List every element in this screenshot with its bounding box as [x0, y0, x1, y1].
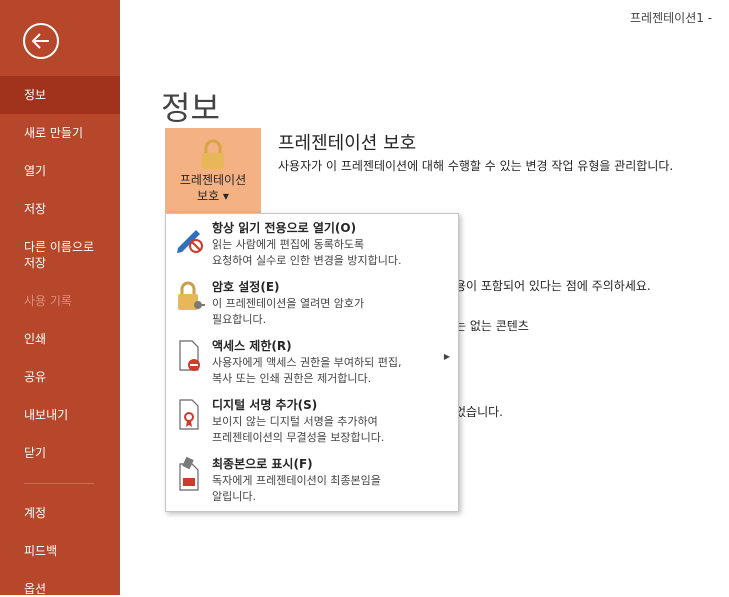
menu-item-encrypt-password[interactable]: 암호 설정(E) 이 프레젠테이션을 열려면 암호가 필요합니다. [166, 273, 458, 331]
nav-open-label: 열기 [24, 164, 47, 178]
nav-divider [24, 483, 94, 484]
menu-item-title: 디지털 서명 추가(S) [212, 398, 318, 412]
menu-item-title: 최종본으로 표시(F) [212, 457, 313, 471]
lock-icon [202, 139, 224, 169]
status-fragment: 었습니다. [455, 405, 503, 419]
nav-open[interactable]: 열기 [0, 163, 120, 179]
protect-section-heading: 프레젠테이션 보호 [278, 133, 417, 154]
nav-history: 사용 기록 [0, 293, 120, 309]
nav-save-as[interactable]: 다른 이름으로 저장 [0, 239, 120, 271]
protect-presentation-label: 프레젠테이션 보호 ▾ [179, 173, 247, 203]
nav-feedback-label: 피드백 [24, 544, 58, 558]
nav-new-label: 새로 만들기 [24, 126, 84, 140]
inspect-warning-fragment: 용이 포함되어 있다는 점에 주의하세요. [455, 279, 651, 293]
nav-share[interactable]: 공유 [0, 369, 120, 385]
protect-presentation-menu: 항상 읽기 전용으로 열기(O) 읽는 사람에게 편집에 동록하도록 요청하여 … [165, 213, 459, 512]
menu-item-description: 독자에게 프레젠테이션이 최종본임을 알립니다. [212, 474, 381, 503]
nav-export[interactable]: 내보내기 [0, 407, 120, 423]
protect-presentation-button[interactable]: 프레젠테이션 보호 ▾ [165, 128, 261, 214]
nav-export-label: 내보내기 [24, 408, 69, 422]
nav-info[interactable]: 정보 [0, 76, 120, 114]
nav-save[interactable]: 저장 [0, 201, 120, 217]
window-title: 프레젠테이션1 - [630, 11, 713, 25]
nav-save-as-label: 다른 이름으로 저장 [24, 240, 95, 270]
protect-section-description: 사용자가 이 프레젠테이션에 대해 수행할 수 있는 변경 작업 유형을 관리합… [278, 159, 674, 173]
menu-item-always-read-only[interactable]: 항상 읽기 전용으로 열기(O) 읽는 사람에게 편집에 동록하도록 요청하여 … [166, 214, 458, 272]
document-stamp-icon [179, 456, 199, 491]
nav-print-label: 인쇄 [24, 332, 47, 346]
lock-key-icon [178, 281, 205, 310]
menu-item-restrict-access[interactable]: 액세스 제한(R) 사용자에게 액세스 권한을 부여하되 편집, 복사 또는 인… [166, 332, 458, 390]
nav-share-label: 공유 [24, 370, 47, 384]
back-button[interactable] [23, 23, 59, 59]
nav-print[interactable]: 인쇄 [0, 331, 120, 347]
submenu-arrow-icon: ▶ [443, 352, 450, 361]
nav-save-label: 저장 [24, 202, 47, 216]
nav-new[interactable]: 새로 만들기 [0, 125, 120, 141]
menu-item-description: 읽는 사람에게 편집에 동록하도록 요청하여 실수로 인한 변경을 방지합니다. [212, 238, 402, 267]
nav-close-label: 닫기 [24, 446, 47, 460]
pen-no-edit-icon [177, 230, 203, 253]
nav-account[interactable]: 계정 [0, 505, 120, 521]
menu-item-title: 암호 설정(E) [212, 280, 280, 294]
nav-feedback[interactable]: 피드백 [0, 543, 120, 559]
document-ribbon-icon [179, 399, 199, 430]
menu-item-mark-as-final[interactable]: 최종본으로 표시(F) 독자에게 프레젠테이션이 최종본임을 알립니다. [166, 450, 458, 508]
nav-info-label: 정보 [24, 88, 47, 102]
back-arrow-icon [32, 33, 49, 49]
menu-item-digital-signature[interactable]: 디지털 서명 추가(S) 보이지 않는 디지털 서명을 추가하여 프레젠테이션의… [166, 391, 458, 449]
document-restrict-icon [179, 340, 200, 371]
nav-options-label: 옵션 [24, 582, 47, 596]
menu-item-title: 항상 읽기 전용으로 열기(O) [212, 221, 357, 235]
menu-item-title: 액세스 제한(R) [212, 339, 292, 353]
page-title: 정보 [161, 89, 220, 128]
menu-item-description: 이 프레젠테이션을 열려면 암호가 필요합니다. [212, 297, 365, 326]
menu-item-description: 보이지 않는 디지털 서명을 추가하여 프레젠테이션의 무결성을 보장합니다. [212, 415, 385, 444]
nav-close[interactable]: 닫기 [0, 445, 120, 461]
nav-history-label: 사용 기록 [24, 294, 72, 308]
menu-item-description: 사용자에게 액세스 권한을 부여하되 편집, 복사 또는 인쇄 권한은 제거합니… [212, 356, 402, 385]
backstage-sidebar: 정보 새로 만들기 열기 저장 다른 이름으로 저장 사용 기록 인쇄 공유 내… [0, 0, 120, 596]
nav-account-label: 계정 [24, 506, 47, 520]
content-fragment: 는 없는 콘텐츠 [455, 319, 529, 333]
